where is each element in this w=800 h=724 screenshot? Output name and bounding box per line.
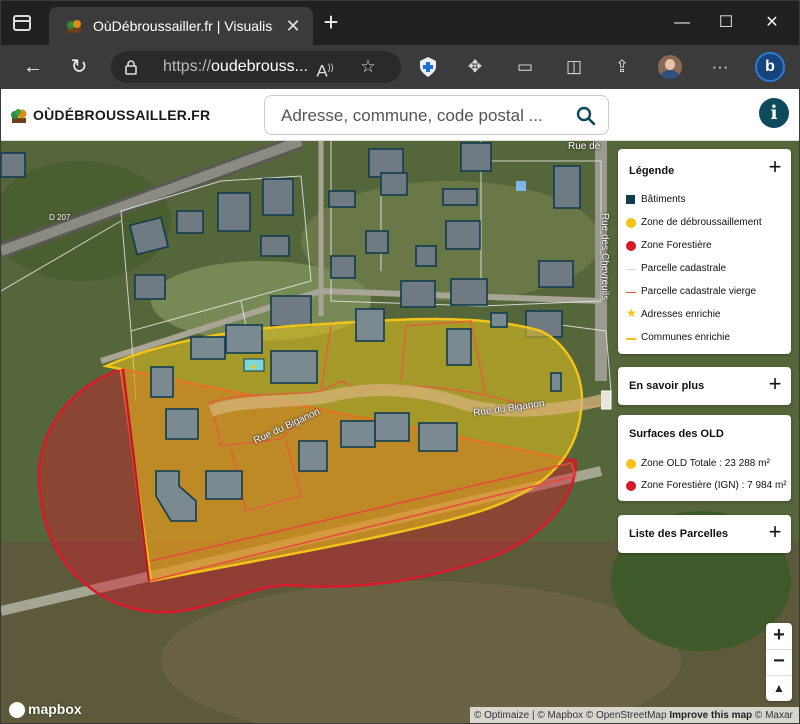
surface-forest-value: Zone Forestière (IGN) : 7 984 m² [641, 480, 787, 491]
surface-total-value: Zone OLD Totale : 23 288 m² [641, 458, 770, 469]
road-label-rue-de: Rue de [568, 141, 601, 152]
legend-label: Parcelle cadastrale vierge [641, 286, 757, 297]
profile-avatar[interactable] [658, 55, 682, 79]
browser-toolbar: ← ↻ https://oudebrouss... A)) ☆ ✥ ▭ ◫ ⇪ … [1, 45, 799, 89]
search-icon[interactable] [576, 106, 596, 126]
logo-text: OÙDÉBROUSSAILLER.FR [33, 107, 211, 123]
read-aloud-icon[interactable]: A)) [313, 55, 337, 81]
zoom-controls: + − ▲ [766, 623, 792, 701]
attribution-maxar: © Maxar [752, 710, 793, 721]
legend-panel: Légende + Bâtiments Zone de débroussaill… [618, 149, 791, 354]
road-label-d207: D 207 [49, 213, 71, 222]
close-window-icon[interactable]: ✕ [757, 11, 787, 35]
parcels-title: Liste des Parcelles [629, 528, 729, 540]
clearing-zone-dot-icon [626, 218, 636, 228]
commune-line-icon [626, 338, 636, 340]
address-search-box [264, 95, 609, 135]
surfaces-title: Surfaces des OLD [629, 428, 724, 440]
legend-label: Communes enrichie [641, 332, 730, 343]
url-domain: oudebrouss... [211, 58, 308, 75]
forest-zone-dot-icon [626, 241, 636, 251]
copilot-icon[interactable]: b [755, 52, 785, 82]
lock-icon [125, 60, 137, 75]
refresh-icon[interactable]: ↻ [65, 53, 93, 81]
old-total-dot-icon [626, 459, 636, 469]
forest-area-dot-icon [626, 481, 636, 491]
map-canvas[interactable]: Rue du Biganon Rue du Biganon Rue des Ch… [1, 141, 799, 723]
surfaces-panel: Surfaces des OLD Zone OLD Totale : 23 28… [618, 415, 791, 501]
logo-bush-icon [11, 109, 27, 123]
legend-title: Légende [629, 165, 675, 177]
mapbox-mark-icon [9, 702, 25, 718]
attribution-text: © Optimaize | © Mapbox © OpenStreetMap [474, 710, 670, 721]
split-screen-icon[interactable]: ◫ [562, 55, 586, 79]
star-icon: ★ [626, 306, 637, 320]
active-tab[interactable]: OùDébroussailler.fr | Visualiser le ✕ [49, 7, 313, 45]
back-icon[interactable]: ← [19, 53, 47, 81]
map-attribution: © Optimaize | © Mapbox © OpenStreetMap I… [470, 707, 799, 723]
info-button[interactable]: i [759, 98, 789, 128]
share-icon[interactable]: ⇪ [610, 55, 634, 79]
virgin-parcel-line-icon [626, 292, 636, 293]
more-info-expand-button[interactable]: + [766, 373, 784, 395]
url-text: https://oudebrouss... [163, 58, 313, 76]
tab-bar: OùDébroussailler.fr | Visualiser le ✕ + … [1, 1, 799, 45]
improve-map-link[interactable]: Improve this map [669, 710, 752, 721]
maximize-icon[interactable]: ☐ [711, 11, 741, 35]
tab-actions-icon[interactable] [13, 15, 31, 31]
cast-icon[interactable]: ▭ [513, 55, 537, 79]
browser-window: OùDébroussailler.fr | Visualiser le ✕ + … [0, 0, 800, 724]
compass-reset-button[interactable]: ▲ [766, 675, 792, 701]
legend-label: Bâtiments [641, 194, 686, 205]
cadastral-line-icon [626, 269, 636, 270]
app-header: OÙDÉBROUSSAILLER.FR i [1, 89, 799, 141]
zoom-in-button[interactable]: + [766, 623, 792, 649]
mapbox-wordmark: mapbox [28, 701, 82, 717]
favorite-star-icon[interactable]: ☆ [356, 55, 380, 79]
legend-expand-button[interactable]: + [766, 156, 784, 178]
extensions-puzzle-icon[interactable]: ✥ [463, 55, 487, 79]
address-search-input[interactable] [281, 104, 561, 128]
more-info-panel[interactable]: En savoir plus + [618, 367, 791, 405]
legend-label: Zone de débroussaillement [641, 217, 762, 228]
legend-label: Parcelle cadastrale [641, 263, 727, 274]
close-tab-icon[interactable]: ✕ [283, 16, 303, 36]
new-tab-icon[interactable]: + [319, 9, 343, 35]
parcels-expand-button[interactable]: + [766, 521, 784, 543]
parcels-panel[interactable]: Liste des Parcelles + [618, 515, 791, 553]
building-square-icon [626, 195, 635, 204]
extension-shield-icon[interactable] [416, 55, 440, 79]
site-favicon-icon [67, 20, 81, 33]
zoom-out-button[interactable]: − [766, 649, 792, 675]
legend-label: Zone Forestière [641, 240, 712, 251]
url-scheme: https:// [163, 58, 212, 75]
road-label-chevreuils: Rue des Chevreuils [599, 212, 611, 301]
more-info-title: En savoir plus [629, 380, 705, 392]
legend-label: Adresses enrichie [641, 309, 721, 320]
more-menu-icon[interactable]: ··· [708, 55, 732, 79]
minimize-icon[interactable]: — [667, 11, 697, 35]
tab-title: OùDébroussailler.fr | Visualiser le [93, 18, 273, 34]
